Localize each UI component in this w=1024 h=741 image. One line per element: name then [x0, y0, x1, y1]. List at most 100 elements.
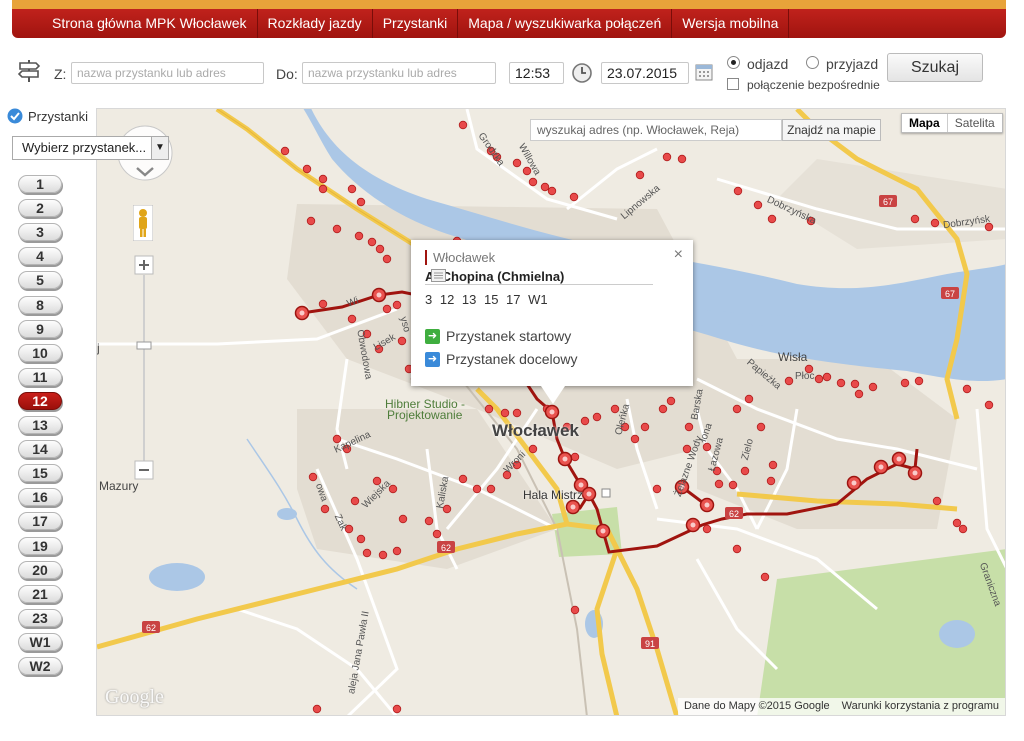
stop-marker[interactable]: [733, 186, 743, 196]
stop-marker[interactable]: [500, 408, 510, 418]
stop-marker[interactable]: [280, 146, 290, 156]
stop-marker[interactable]: [932, 496, 942, 506]
stop-marker[interactable]: [702, 524, 712, 534]
stop-marker[interactable]: [766, 476, 776, 486]
line-button-8[interactable]: 8: [18, 295, 62, 314]
line-button-10[interactable]: 10: [18, 343, 62, 362]
stop-select[interactable]: Wybierz przystanek... ▼: [12, 136, 169, 160]
stop-marker[interactable]: [347, 184, 357, 194]
terms-link[interactable]: Warunki korzystania z programu: [836, 698, 1005, 715]
check-circle-icon[interactable]: [7, 108, 23, 124]
stop-marker[interactable]: [850, 379, 860, 389]
stop-marker[interactable]: [569, 192, 579, 202]
stop-marker[interactable]: [332, 224, 342, 234]
set-start-stop-button[interactable]: ➜ Przystanek startowy: [425, 328, 571, 344]
stop-marker[interactable]: [362, 548, 372, 558]
nav-mobile[interactable]: Wersja mobilna: [672, 9, 790, 38]
stop-marker[interactable]: [512, 158, 522, 168]
stop-marker[interactable]: [768, 460, 778, 470]
line-button-12[interactable]: 12: [18, 391, 62, 410]
stop-marker[interactable]: [592, 412, 602, 422]
stop-marker[interactable]: [570, 605, 580, 615]
stop-marker[interactable]: [458, 474, 468, 484]
stop-marker[interactable]: [958, 524, 968, 534]
stop-marker[interactable]: [677, 154, 687, 164]
nav-home[interactable]: Strona główna MPK Włocławek: [38, 9, 258, 38]
stop-marker[interactable]: [570, 452, 580, 462]
stop-marker[interactable]: [900, 378, 910, 388]
stop-marker[interactable]: [744, 394, 754, 404]
stops-toggle-label[interactable]: Przystanki: [28, 109, 88, 124]
timetable-icon[interactable]: [431, 269, 446, 282]
clock-icon[interactable]: [571, 62, 593, 84]
stop-marker[interactable]: [910, 214, 920, 224]
stop-marker[interactable]: [784, 376, 794, 386]
stop-marker[interactable]: [378, 550, 388, 560]
stop-marker[interactable]: [662, 152, 672, 162]
stop-marker[interactable]: [580, 416, 590, 426]
stop-marker[interactable]: [320, 504, 330, 514]
stop-marker[interactable]: [424, 516, 434, 526]
stop-marker[interactable]: [732, 544, 742, 554]
stop-marker[interactable]: [868, 382, 878, 392]
stop-marker[interactable]: [392, 704, 402, 714]
stop-marker[interactable]: [684, 422, 694, 432]
line-button-w2[interactable]: W2: [18, 657, 62, 675]
stop-marker[interactable]: [486, 484, 496, 494]
address-search-input[interactable]: wyszukaj adres (np. Włocławek, Reja): [530, 119, 782, 141]
map-type-satellite-button[interactable]: Satelita: [946, 114, 1002, 132]
stop-marker[interactable]: [512, 408, 522, 418]
line-button-4[interactable]: 4: [18, 247, 62, 266]
nav-map-search[interactable]: Mapa / wyszukiwarka połączeń: [458, 9, 673, 38]
time-input[interactable]: [509, 62, 564, 84]
stop-marker[interactable]: [984, 400, 994, 410]
stop-marker[interactable]: [318, 174, 328, 184]
stop-marker[interactable]: [308, 472, 318, 482]
line-button-19[interactable]: 19: [18, 536, 62, 555]
stop-marker[interactable]: [854, 389, 864, 399]
stop-marker[interactable]: [756, 422, 766, 432]
find-on-map-button[interactable]: Znajdź na mapie: [782, 119, 881, 141]
line-button-14[interactable]: 14: [18, 440, 62, 459]
from-input[interactable]: [71, 62, 264, 84]
departure-radio[interactable]: [727, 56, 740, 69]
pegman-icon[interactable]: [133, 205, 153, 241]
line-button-9[interactable]: 9: [18, 319, 62, 338]
stop-marker[interactable]: [354, 231, 364, 241]
stop-marker[interactable]: [610, 404, 620, 414]
date-input[interactable]: [601, 62, 689, 84]
line-button-3[interactable]: 3: [18, 223, 62, 242]
stop-marker[interactable]: [930, 218, 940, 228]
stop-marker[interactable]: [458, 120, 468, 130]
arrival-radio[interactable]: [806, 56, 819, 69]
stop-marker[interactable]: [767, 214, 777, 224]
line-button-11[interactable]: 11: [18, 367, 62, 386]
stop-marker[interactable]: [914, 376, 924, 386]
line-button-16[interactable]: 16: [18, 488, 62, 507]
search-button[interactable]: Szukaj: [887, 53, 983, 82]
stop-marker[interactable]: [822, 372, 832, 382]
close-icon[interactable]: ×: [674, 246, 683, 264]
stop-marker[interactable]: [753, 200, 763, 210]
stop-marker[interactable]: [740, 466, 750, 476]
line-button-w1[interactable]: W1: [18, 632, 62, 651]
stop-marker[interactable]: [318, 184, 328, 194]
stop-marker[interactable]: [640, 422, 650, 432]
line-button-1[interactable]: 1: [18, 175, 62, 193]
stop-marker[interactable]: [630, 434, 640, 444]
set-destination-stop-button[interactable]: ➜ Przystanek docelowy: [425, 351, 578, 367]
stop-marker[interactable]: [658, 404, 668, 414]
map-canvas[interactable]: 67 67 62 62 62 91: [97, 109, 1006, 716]
stop-marker[interactable]: [528, 444, 538, 454]
stop-marker[interactable]: [356, 197, 366, 207]
map[interactable]: 67 67 62 62 62 91 Mazury Hibner Studio -…: [96, 108, 1006, 716]
line-button-23[interactable]: 23: [18, 608, 62, 627]
stop-marker[interactable]: [397, 336, 407, 346]
stop-marker[interactable]: [382, 304, 392, 314]
stop-marker[interactable]: [382, 254, 392, 264]
stop-marker[interactable]: [714, 479, 724, 489]
stop-marker[interactable]: [814, 374, 824, 384]
stop-marker[interactable]: [302, 164, 312, 174]
stop-marker[interactable]: [547, 186, 557, 196]
direct-connection-checkbox[interactable]: [727, 78, 739, 90]
